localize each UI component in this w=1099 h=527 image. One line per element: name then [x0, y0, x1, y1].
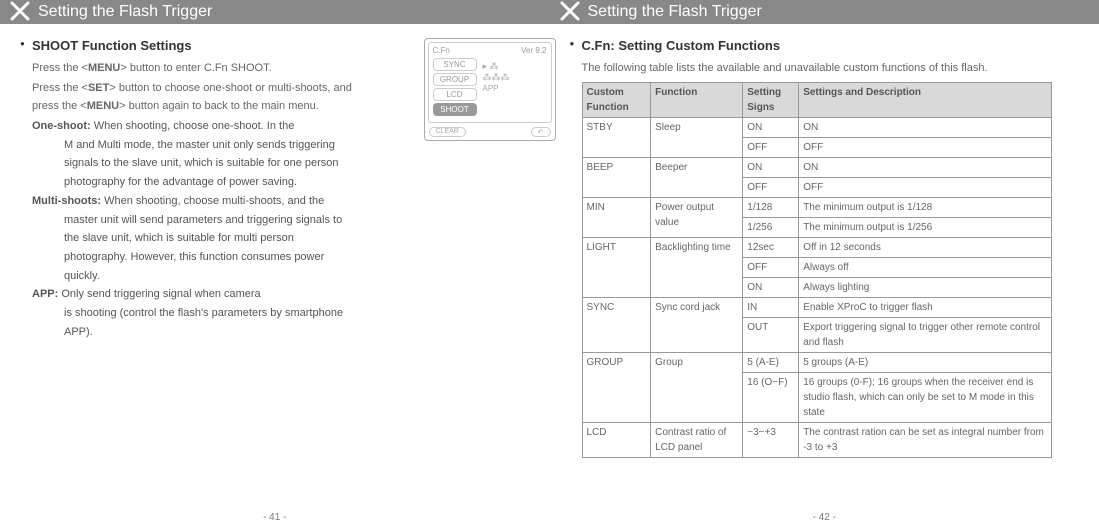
cell-desc: Export triggering signal to trigger othe…: [799, 317, 1051, 352]
table-row: SYNCSync cord jackINEnable XProC to trig…: [582, 297, 1051, 317]
table-row: LIGHTBacklighting time12secOff in 12 sec…: [582, 237, 1051, 257]
lcd-cfn: C.Fn: [433, 46, 450, 55]
page-number: - 41 -: [0, 512, 550, 523]
cell-desc: The contrast ration can be set as integr…: [799, 422, 1051, 457]
cell-sign: 1/256: [743, 217, 799, 237]
header-title: Setting the Flash Trigger: [38, 3, 212, 20]
cell-desc: Always off: [799, 257, 1051, 277]
cell-sign: OFF: [743, 257, 799, 277]
lcd-menu-item: GROUP: [433, 73, 477, 86]
section-title: SHOOT Function Settings: [20, 38, 360, 53]
cell-function: Beeper: [651, 157, 743, 197]
cell-function: Backlighting time: [651, 237, 743, 297]
table-header: Function: [651, 82, 743, 117]
cell-sign: OFF: [743, 177, 799, 197]
lcd-clear: CLEAR: [429, 127, 466, 137]
cell-custom-function: BEEP: [582, 157, 651, 197]
cell-sign: IN: [743, 297, 799, 317]
header-bar: Setting the Flash Trigger: [550, 0, 1099, 24]
lcd-ver: Ver 9.2: [521, 46, 546, 55]
cross-icon: [560, 1, 580, 21]
cell-sign: 5 (A-E): [743, 352, 799, 372]
cell-desc: Enable XProC to trigger flash: [799, 297, 1051, 317]
desc-cont: master unit will send parameters and tri…: [64, 211, 360, 286]
cell-function: Sync cord jack: [651, 297, 743, 352]
definition-item: APP: Only send triggering signal when ca…: [32, 285, 360, 341]
cell-custom-function: LCD: [582, 422, 651, 457]
cell-custom-function: STBY: [582, 117, 651, 157]
cell-custom-function: LIGHT: [582, 237, 651, 297]
cell-function: Group: [651, 352, 743, 422]
cell-desc: The minimum output is 1/256: [799, 217, 1051, 237]
cell-desc: Off in 12 seconds: [799, 237, 1051, 257]
table-header: Custom Function: [582, 82, 651, 117]
cell-desc: OFF: [799, 137, 1051, 157]
intro-text: Press the <MENU> button to enter C.Fn SH…: [32, 59, 360, 116]
intro-line: Press the <MENU> button to enter C.Fn SH…: [32, 59, 360, 78]
cell-sign: −3−+3: [743, 422, 799, 457]
cell-function: Contrast ratio of LCD panel: [651, 422, 743, 457]
desc: When shooting, choose one-shoot. In the: [94, 120, 295, 132]
lcd-side-arrow: ▸ ⁂: [483, 61, 510, 72]
table-row: MINPower output value1/128The minimum ou…: [582, 197, 1051, 217]
cell-desc: ON: [799, 157, 1051, 177]
cell-desc: 5 groups (A-E): [799, 352, 1051, 372]
header-bar: Setting the Flash Trigger: [0, 0, 550, 24]
right-content: C.Fn: Setting Custom Functions The follo…: [550, 38, 1099, 509]
cell-function: Power output value: [651, 197, 743, 237]
term: One-shoot:: [32, 120, 91, 132]
intro-line: Press the <SET> button to choose one-sho…: [32, 79, 360, 116]
table-row: STBYSleepONON: [582, 117, 1051, 137]
header-title: Setting the Flash Trigger: [588, 3, 762, 20]
desc: Only send triggering signal when camera: [61, 288, 260, 300]
cell-custom-function: SYNC: [582, 297, 651, 352]
cell-desc: The minimum output is 1/128: [799, 197, 1051, 217]
cell-desc: Always lighting: [799, 277, 1051, 297]
lcd-menu-item: SHOOT: [433, 103, 477, 116]
cell-sign: 12sec: [743, 237, 799, 257]
lcd-back-icon: ↶: [531, 127, 551, 137]
page-number: - 42 -: [550, 512, 1099, 523]
lcd-side-app: APP: [483, 84, 510, 93]
table-row: GROUPGroup5 (A-E)5 groups (A-E): [582, 352, 1051, 372]
cell-function: Sleep: [651, 117, 743, 157]
cell-sign: OUT: [743, 317, 799, 352]
page-41: Setting the Flash Trigger SHOOT Function…: [0, 0, 550, 527]
term: APP:: [32, 288, 58, 300]
desc-cont: is shooting (control the flash's paramet…: [64, 304, 360, 341]
table-header: Setting Signs: [743, 82, 799, 117]
cell-custom-function: MIN: [582, 197, 651, 237]
cell-desc: ON: [799, 117, 1051, 137]
lcd-menu-item: SYNC: [433, 58, 477, 71]
table-row: LCDContrast ratio of LCD panel−3−+3The c…: [582, 422, 1051, 457]
cell-sign: ON: [743, 157, 799, 177]
cell-sign: 1/128: [743, 197, 799, 217]
definition-item: Multi-shoots: When shooting, choose mult…: [32, 192, 360, 285]
intro-text: The following table lists the available …: [582, 59, 1088, 78]
table-header: Settings and Description: [799, 82, 1051, 117]
cross-icon: [10, 1, 30, 21]
cell-desc: 16 groups (0-F); 16 groups when the rece…: [799, 372, 1051, 422]
cell-sign: ON: [743, 117, 799, 137]
desc: When shooting, choose multi-shoots, and …: [104, 195, 324, 207]
lcd-side-people: ⁂⁂⁂: [483, 72, 510, 83]
page-42: Setting the Flash Trigger C.Fn: Setting …: [550, 0, 1099, 527]
desc-cont: M and Multi mode, the master unit only s…: [64, 136, 360, 192]
definition-item: One-shoot: When shooting, choose one-sho…: [32, 117, 360, 192]
term: Multi-shoots:: [32, 195, 101, 207]
cell-sign: OFF: [743, 137, 799, 157]
lcd-illustration: C.Fn Ver 9.2 SYNC GROUP LCD SHOOT ▸ ⁂ ⁂⁂⁂ A…: [424, 38, 556, 141]
cell-custom-function: GROUP: [582, 352, 651, 422]
custom-function-table: Custom FunctionFunctionSetting SignsSett…: [582, 82, 1052, 458]
cell-sign: ON: [743, 277, 799, 297]
cell-sign: 16 (O−F): [743, 372, 799, 422]
section-title: C.Fn: Setting Custom Functions: [570, 38, 1088, 53]
cell-desc: OFF: [799, 177, 1051, 197]
lcd-menu-item: LCD: [433, 88, 477, 101]
left-content: SHOOT Function Settings Press the <MENU>…: [0, 38, 550, 509]
table-row: BEEPBeeperONON: [582, 157, 1051, 177]
